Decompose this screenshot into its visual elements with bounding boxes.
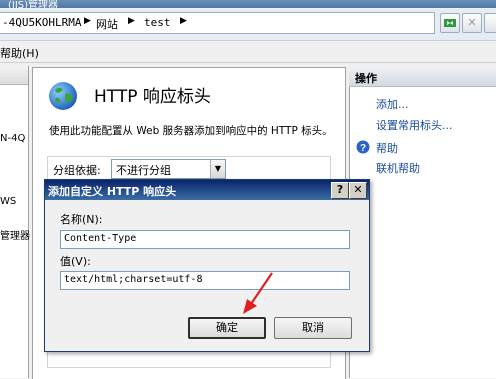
menu-help[interactable]: 帮助(H) (0, 45, 39, 61)
address-separator-icon: ▶ (84, 16, 91, 26)
actions-title: 操作 (355, 72, 377, 85)
page-title: HTTP 响应标头 (94, 87, 211, 107)
cancel-button[interactable]: 取消 (274, 317, 352, 339)
svg-text:?: ? (360, 143, 366, 154)
ok-button[interactable]: 确定 (188, 317, 266, 339)
address-segment-sites[interactable]: 网站 (96, 16, 118, 32)
actions-panel (349, 67, 496, 378)
connections-panel-header (0, 66, 28, 85)
address-segment-site[interactable]: test (144, 16, 171, 29)
dialog-close-button[interactable]: ✕ (349, 182, 367, 199)
dialog-title: 添加自定义 HTTP 响应头 (48, 185, 177, 198)
connections-panel (0, 66, 29, 378)
address-segment-server[interactable]: -4QU5KOHLRMA (2, 16, 81, 29)
action-add[interactable]: 添加... (376, 96, 409, 112)
name-label: 名称(N): (60, 213, 103, 226)
action-set-common-headers[interactable]: 设置常用标头... (376, 117, 453, 133)
address-bar[interactable]: -4QU5KOHLRMA ▶ 网站 ▶ test ▶ (0, 12, 435, 34)
tree-item-ws[interactable]: WS (0, 196, 16, 207)
address-separator-icon: ▶ (128, 16, 135, 26)
window-title-bar: (IIS)管理器 (0, 0, 496, 8)
menu-bar: 帮助(H) (0, 41, 496, 63)
stop-icon: ✕ (467, 16, 477, 29)
value-field-value: text/html;charset=utf-8 (64, 274, 203, 285)
help-icon: ? (356, 140, 370, 154)
stop-button[interactable]: ✕ (462, 13, 482, 33)
chevron-down-icon[interactable]: ▼ (210, 160, 225, 178)
group-by-select[interactable]: 不进行分组 ▼ (111, 159, 226, 179)
action-help[interactable]: 帮助 (376, 140, 398, 156)
actions-header: 操作 (349, 67, 496, 87)
tree-item-manager[interactable]: 管理器 (0, 227, 30, 242)
dialog-title-bar[interactable]: 添加自定义 HTTP 响应头 ? ✕ (45, 180, 369, 200)
name-field-value: Content-Type (64, 233, 137, 244)
window-title: (IIS)管理器 (8, 0, 59, 8)
address-separator-icon: ▶ (180, 16, 187, 26)
refresh-button[interactable] (440, 13, 460, 33)
value-field[interactable]: text/html;charset=utf-8 (60, 271, 350, 290)
annotation-arrow-icon (243, 272, 273, 314)
action-online-help[interactable]: 联机帮助 (376, 160, 420, 176)
dialog-help-button[interactable]: ? (331, 182, 349, 199)
group-by-label: 分组依据: (53, 164, 101, 177)
group-by-value: 不进行分组 (116, 164, 171, 177)
globe-icon (49, 82, 77, 110)
tree-item-server[interactable]: N-4Q (0, 133, 25, 144)
add-header-dialog: 添加自定义 HTTP 响应头 ? ✕ 名称(N): Content-Type 值… (44, 179, 370, 352)
refresh-icon (444, 19, 456, 27)
value-label: 值(V): (60, 255, 91, 268)
home-button[interactable] (484, 13, 496, 33)
page-description: 使用此功能配置从 Web 服务器添加到响应中的 HTTP 标头。 (49, 125, 333, 137)
name-field[interactable]: Content-Type (60, 230, 350, 249)
